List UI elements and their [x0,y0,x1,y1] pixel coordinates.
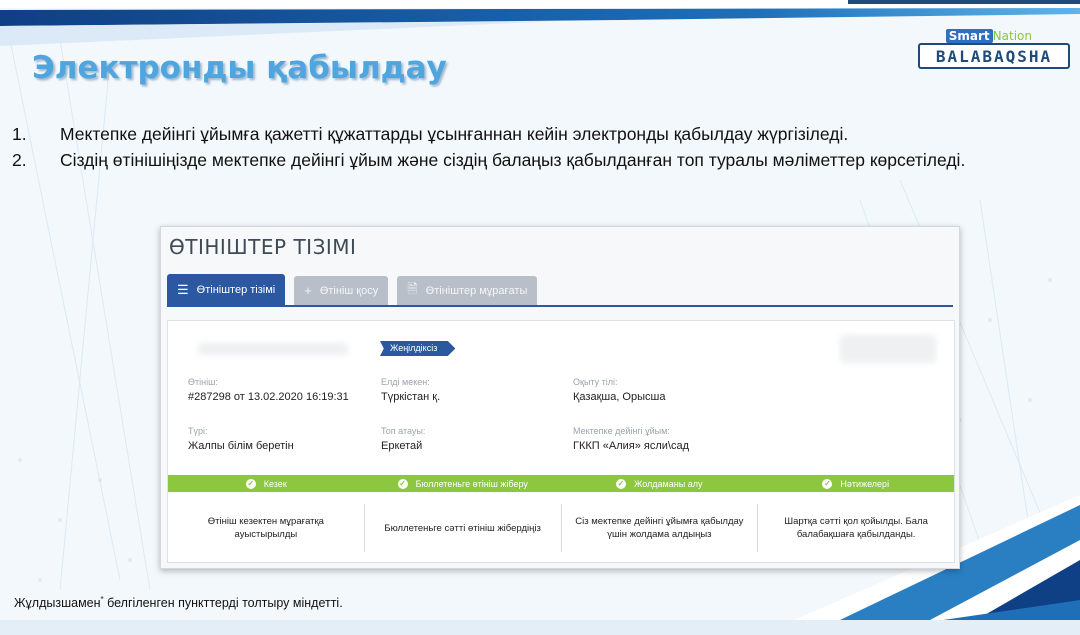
progress-step-label: Жолдаманы алу [634,478,703,489]
slide-title: Электронды қабылдау [32,50,447,86]
result-queue: Өтініш кезектен мұрағатқа ауыстырылды [207,516,324,540]
result-bulletin: Бюллетеньге сәтті өтініш жібердіңіз [363,504,561,552]
result-referral: Сіз мектепке дейінгі ұйымға қабылдау үші… [560,504,758,552]
progress-step-label: Кезек [263,478,287,489]
instruction-list: 1. Мектепке дейінгі ұйымға қажетті құжат… [12,121,1052,173]
tab-label: Өтініштер мұрағаты [425,284,528,297]
field-type: Түрі: Жалпы білім беретін [188,426,294,452]
progress-results: Өтініш кезектен мұрағатқа ауыстырылды Бю… [168,504,954,552]
field-group: Топ атауы: Еркетай [381,426,425,452]
field-label: Топ атауы: [381,426,426,436]
field-label: Түрі: [188,426,208,436]
field-value: #287298 от 13.02.2020 16:19:31 [188,391,349,403]
field-value: Қазақша, Орысша [573,391,666,403]
tab-bar: ☰ Өтініштер тізімі + Өтініш қосу 🗎 Өтіні… [167,274,546,305]
field-label: Оқыту тілі: [573,377,618,387]
field-value: Еркетай [381,440,423,452]
check-circle-icon: ✓ [245,478,256,489]
progress-step-label: Бюллетеньге өтініш жіберу [415,478,528,489]
progress-step-bulletin: ✓ Бюллетеньге өтініш жіберу [365,475,562,492]
progress-step-referral: ✓ Жолдаманы алу [561,475,758,492]
logo-smart-text: Smart [945,29,993,43]
instruction-item: 1. Мектепке дейінгі ұйымға қажетті құжат… [12,121,1052,147]
instruction-number: 1. [12,124,27,144]
field-organization: Мектепке дейінгі ұйым: ГККП «Алия» ясли\… [573,426,689,452]
field-label: Мектепке дейінгі ұйым: [573,426,670,436]
field-language: Оқыту тілі: Қазақша, Орысша [573,377,665,403]
progress-step-label: Нәтижелері [840,478,890,489]
instruction-item: 2. Сіздің өтінішіңізде мектепке дейінгі … [12,147,1052,173]
list-icon: ☰ [177,281,189,297]
status-badge: Жеңілдіксіз [380,341,456,356]
field-label: Өтініш: [188,377,218,387]
logo-nation-text: Nation [992,29,1032,43]
tab-add-application[interactable]: + Өтініш қосу [294,276,389,305]
tab-applications-archive[interactable]: 🗎 Өтініштер мұрағаты [397,276,538,305]
field-label: Елді мекен: [381,377,430,387]
field-value: ГККП «Алия» ясли\сад [573,440,689,452]
instruction-text: Сіздің өтінішіңізде мектепке дейінгі ұйы… [60,150,966,170]
application-card: Жеңілдіксіз Өтініш: #287298 от 13.02.202… [167,320,955,563]
blurred-child-name [198,343,348,355]
logo-top-text: Smart Nation [945,29,1032,43]
check-circle-icon: ✓ [397,478,408,489]
plus-icon: + [304,283,312,298]
blurred-action-button [840,335,936,363]
check-circle-icon: ✓ [616,478,627,489]
progress-step-queue: ✓ Кезек [168,475,365,492]
document-icon: 🗎 [407,280,418,296]
instruction-number: 2. [12,150,27,170]
footnote-text-after: белгіленген пункттерді толтыру міндетті. [103,596,343,611]
tab-label: Өтініш қосу [319,284,379,297]
field-application: Өтініш: #287298 от 13.02.2020 16:19:31 [188,377,349,403]
progress-step-results: ✓ Нәтижелері [758,475,955,492]
check-circle-icon: ✓ [822,478,833,489]
result-final: Шартқа сәтті қол қойылды. Бала балабақша… [757,504,954,552]
page-title: ӨТІНІШТЕР ТІЗІМІ [169,235,357,259]
tab-label: Өтініштер тізімі [196,283,276,296]
smartnation-balabaqsha-logo: Smart Nation BALABAQSHA [918,29,1074,71]
instruction-text: Мектепке дейінгі ұйымға қажетті құжаттар… [60,124,849,144]
tab-applications-list[interactable]: ☰ Өтініштер тізімі [167,274,286,305]
field-value: Түркістан қ. [381,391,441,403]
logo-main-text: BALABAQSHA [918,43,1070,69]
field-value: Жалпы білім беретін [188,440,294,452]
tab-underline [167,305,953,307]
applications-screenshot: ӨТІНІШТЕР ТІЗІМІ ☰ Өтініштер тізімі + Өт… [160,226,960,569]
progress-steps-bar: ✓ Кезек ✓ Бюллетеньге өтініш жіберу ✓ Жо… [168,475,954,492]
footnote-text: Жұлдызшамен [14,596,101,611]
footnote: Жұлдызшамен* белгіленген пункттерді толт… [14,595,343,610]
field-settlement: Елді мекен: Түркістан қ. [381,377,440,403]
